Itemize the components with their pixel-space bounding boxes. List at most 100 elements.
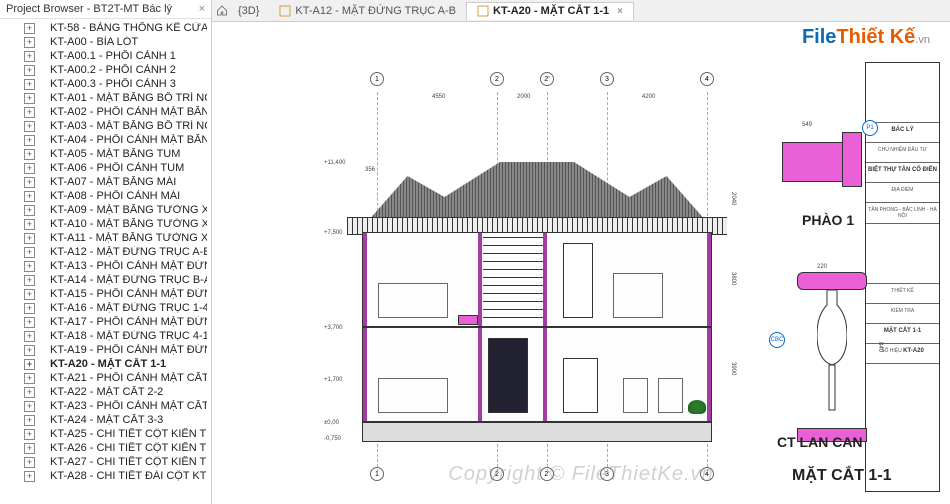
tree-item-label: KT-A11 - MẶT BẰNG TƯỜNG XÂY T — [50, 232, 207, 244]
tree-item[interactable]: +KT-A19 - PHỐI CẢNH MẶT ĐỨNG T — [0, 343, 211, 357]
expand-icon[interactable]: + — [24, 303, 35, 314]
project-browser-title-text: Project Browser - BT2T-MT Bác lý — [6, 3, 172, 15]
tree-item[interactable]: + KT-A01 - MẶT BẰNG BỐ TRÍ NỘI TH — [0, 91, 211, 105]
tree-item[interactable]: +KT-A14 - MẶT ĐỨNG TRỤC B-A — [0, 273, 211, 287]
tree-item-label: KT-A17 - PHỐI CẢNH MẶT ĐỨNG TR — [50, 316, 207, 328]
tree-item[interactable]: +KT-A13 - PHỐI CẢNH MẶT ĐỨNG TR — [0, 259, 211, 273]
expand-icon[interactable]: + — [24, 23, 35, 34]
expand-icon[interactable]: + — [24, 93, 35, 104]
drawing-canvas[interactable]: FileThiết Kế.vn BÁC LÝ CHỦ NHIỆM ĐẦU TƯ … — [212, 22, 950, 504]
expand-icon[interactable]: + — [24, 247, 35, 258]
tree-item[interactable]: + KT-A17 - PHỐI CẢNH MẶT ĐỨNG TR — [0, 315, 211, 329]
expand-icon[interactable]: + — [24, 149, 35, 160]
tab-label: {3D} — [238, 5, 259, 17]
expand-icon[interactable]: + — [24, 331, 35, 342]
tree-item[interactable]: +KT-A06 - PHỐI CẢNH TUM — [0, 161, 211, 175]
tree-item[interactable]: +KT-A08 - PHỐI CẢNH MÁI — [0, 189, 211, 203]
expand-icon[interactable]: + — [24, 359, 35, 370]
tree-item-label: KT-A20 - MẶT CẮT 1-1 — [50, 358, 166, 370]
tree-item-label: KT-A00.1 - PHỐI CẢNH 1 — [50, 50, 176, 62]
grid-bubble: 3 — [600, 72, 614, 86]
expand-icon[interactable]: + — [24, 457, 35, 468]
dim-text: 4550 — [432, 94, 445, 100]
dim-text: 2000 — [517, 94, 530, 100]
tree-item[interactable]: + KT-A00.3 - PHỐI CẢNH 3 — [0, 77, 211, 91]
level-mark: +7,500 — [324, 230, 343, 236]
expand-icon[interactable]: + — [24, 429, 35, 440]
expand-icon[interactable]: + — [24, 51, 35, 62]
view-tabbar: {3D}KT-A12 - MẶT ĐỨNG TRỤC A-BKT-A20 - M… — [212, 0, 950, 22]
tree-item[interactable]: + KT-A07 - MẶT BẰNG MÁI — [0, 175, 211, 189]
expand-icon[interactable]: + — [24, 415, 35, 426]
expand-icon[interactable]: + — [24, 345, 35, 356]
tree-item[interactable]: +KT-A28 - CHI TIẾT ĐÀI CỘT KT2 VÀ — [0, 469, 211, 483]
tree-item-label: KT-A00 - BÌA LÓT — [50, 36, 138, 48]
tree-item[interactable]: +KT-A18 - MẶT ĐỨNG TRỤC 4-1 — [0, 329, 211, 343]
tree-item[interactable]: + KT-A20 - MẶT CẮT 1-1 — [0, 357, 211, 371]
tree-item[interactable]: +KT-A10 - MẶT BẰNG TƯỜNG XÂY T — [0, 217, 211, 231]
expand-icon[interactable]: + — [24, 107, 35, 118]
view-tab[interactable]: KT-A20 - MẶT CẮT 1-1 × — [466, 2, 634, 20]
tree-item-label: KT-A07 - MẶT BẰNG MÁI — [50, 176, 176, 188]
tree-item[interactable]: +KT-A05 - MẶT BẰNG TUM — [0, 147, 211, 161]
tree-item[interactable]: +KT-A03 - MẶT BẰNG BỐ TRÍ NỘI TH — [0, 119, 211, 133]
tab-label: KT-A20 - MẶT CẮT 1-1 — [493, 5, 609, 17]
expand-icon[interactable]: + — [24, 191, 35, 202]
tree-item[interactable]: +KT-A22 - MẶT CẮT 2-2 — [0, 385, 211, 399]
tree-item[interactable]: + KT-A26 - CHI TIẾT CỘT KIẾN TRÚC K — [0, 441, 211, 455]
expand-icon[interactable]: + — [24, 37, 35, 48]
furniture-chair — [658, 378, 683, 413]
tree-item[interactable]: +KT-A04 - PHỐI CẢNH MẶT BẰNG B — [0, 133, 211, 147]
view-tab[interactable]: {3D} — [228, 2, 269, 19]
tab-close-icon[interactable]: × — [617, 6, 623, 17]
project-tree[interactable]: +KT-58 - BẢNG THỐNG KÊ CỬA ĐI -+KT-A00 -… — [0, 19, 211, 504]
expand-icon[interactable]: + — [24, 261, 35, 272]
tree-item[interactable]: + KT-A11 - MẶT BẰNG TƯỜNG XÂY T — [0, 231, 211, 245]
expand-icon[interactable]: + — [24, 317, 35, 328]
tree-item-label: KT-A15 - PHỐI CẢNH MẶT ĐỨNG TR — [50, 288, 207, 300]
watermark-logo: FileThiết Kế.vn — [802, 26, 930, 49]
tree-item[interactable]: +KT-A00.2 - PHỐI CẢNH 2 — [0, 63, 211, 77]
expand-icon[interactable]: + — [24, 219, 35, 230]
expand-icon[interactable]: + — [24, 289, 35, 300]
tree-item[interactable]: +KT-A12 - MẶT ĐỨNG TRỤC A-B — [0, 245, 211, 259]
home-tab-icon[interactable] — [216, 5, 228, 17]
tree-item[interactable]: + KT-A23 - PHỐI CẢNH MẶT CẮT 2-2 — [0, 399, 211, 413]
tree-item[interactable]: + KT-A15 - PHỐI CẢNH MẶT ĐỨNG TR — [0, 287, 211, 301]
tree-item[interactable]: + KT-A00 - BÌA LÓT — [0, 35, 211, 49]
tree-item[interactable]: +KT-A16 - MẶT ĐỨNG TRỤC 1-4 — [0, 301, 211, 315]
expand-icon[interactable]: + — [24, 121, 35, 132]
furniture-bed — [378, 378, 448, 413]
tree-item[interactable]: + KT-A25 - CHI TIẾT CỘT KIẾN TRÚC K — [0, 427, 211, 441]
expand-icon[interactable]: + — [24, 275, 35, 286]
expand-icon[interactable]: + — [24, 177, 35, 188]
tree-item-label: KT-A23 - PHỐI CẢNH MẶT CẮT 2-2 — [50, 400, 207, 412]
expand-icon[interactable]: + — [24, 471, 35, 482]
view-tab[interactable]: KT-A12 - MẶT ĐỨNG TRỤC A-B — [269, 2, 466, 19]
tree-item-label: KT-A25 - CHI TIẾT CỘT KIẾN TRÚC K — [50, 428, 207, 440]
tree-item-label: KT-A00.3 - PHỐI CẢNH 3 — [50, 78, 176, 90]
tree-item[interactable]: + KT-A00.1 - PHỐI CẢNH 1 — [0, 49, 211, 63]
tree-item[interactable]: +KT-A21 - PHỐI CẢNH MẶT CẮT 1- — [0, 371, 211, 385]
tree-item[interactable]: +KT-58 - BẢNG THỐNG KÊ CỬA ĐI - — [0, 21, 211, 35]
expand-icon[interactable]: + — [24, 163, 35, 174]
tree-item[interactable]: +KT-A09 - MẶT BẰNG TƯỜNG XÂY T — [0, 203, 211, 217]
tree-item[interactable]: +KT-A27 - CHI TIẾT CỘT KIẾN TRÚC K — [0, 455, 211, 469]
project-browser-title: Project Browser - BT2T-MT Bác lý × — [0, 0, 211, 19]
expand-icon[interactable]: + — [24, 387, 35, 398]
expand-icon[interactable]: + — [24, 65, 35, 76]
expand-icon[interactable]: + — [24, 135, 35, 146]
detail-phao-1: P1 549 — [772, 122, 892, 202]
expand-icon[interactable]: + — [24, 233, 35, 244]
tree-item[interactable]: +KT-A24 - MẶT CẮT 3-3 — [0, 413, 211, 427]
expand-icon[interactable]: + — [24, 443, 35, 454]
expand-icon[interactable]: + — [24, 373, 35, 384]
tree-item-label: KT-A26 - CHI TIẾT CỘT KIẾN TRÚC K — [50, 442, 207, 454]
expand-icon[interactable]: + — [24, 401, 35, 412]
expand-icon[interactable]: + — [24, 79, 35, 90]
dim-text: 549 — [802, 122, 812, 128]
expand-icon[interactable]: + — [24, 205, 35, 216]
panel-close-icon[interactable]: × — [199, 3, 205, 15]
tree-item-label: KT-A01 - MẶT BẰNG BỐ TRÍ NỘI TH — [50, 92, 207, 104]
tree-item[interactable]: +KT-A02 - PHỐI CẢNH MẶT BẰNG B — [0, 105, 211, 119]
